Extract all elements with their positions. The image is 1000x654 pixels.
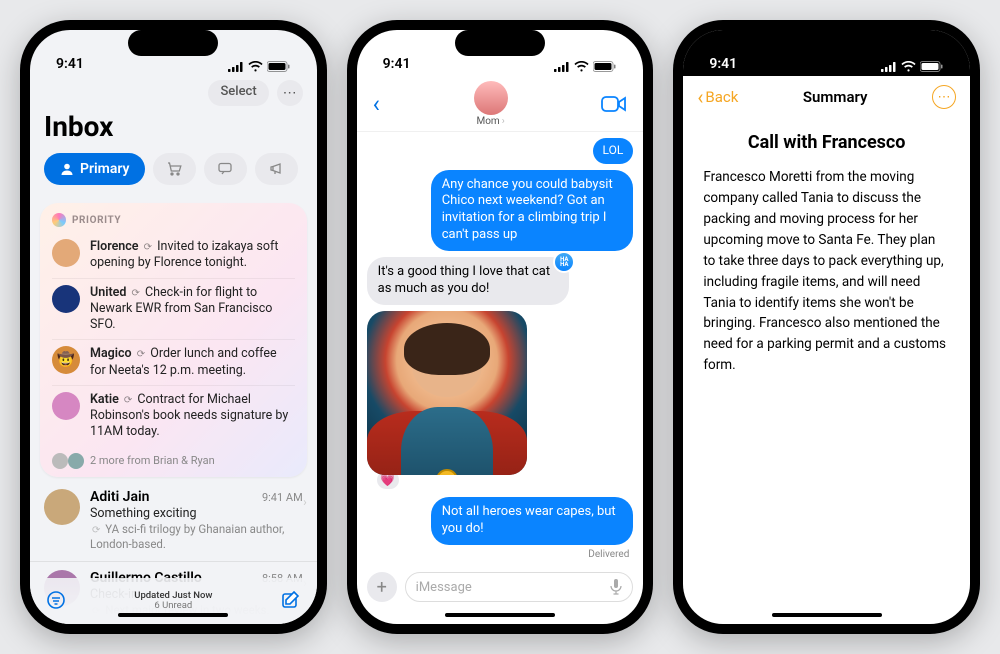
avatar: 🤠	[52, 346, 80, 374]
video-call-button[interactable]	[601, 95, 627, 113]
avatar	[44, 489, 80, 525]
signal-icon	[554, 62, 570, 72]
more-options-button[interactable]: ⋯	[277, 80, 303, 106]
chevron-right-icon: ›	[502, 116, 505, 127]
summary-badge-icon: ⟳	[137, 348, 145, 361]
page-title: Inbox	[44, 110, 303, 143]
note-body-text: Francesco Moretti from the moving compan…	[703, 167, 950, 376]
priority-card[interactable]: PRIORITY Florence ⟳ Invited to izakaya s…	[40, 203, 307, 477]
priority-item[interactable]: 🤠 Magico ⟳ Order lunch and coffee for Ne…	[52, 339, 295, 385]
mail-preview: ⟳ YA sci-fi trilogy by Ghanaian author, …	[90, 522, 303, 552]
mail-footer: Updated Just Now 6 Unread	[30, 578, 317, 624]
wifi-icon	[901, 61, 916, 72]
signal-icon	[228, 62, 244, 72]
avatar	[68, 453, 84, 469]
battery-icon	[267, 61, 291, 72]
wifi-icon	[248, 61, 263, 72]
select-button[interactable]: Select	[208, 80, 268, 106]
compose-button[interactable]	[281, 590, 301, 610]
priority-label: PRIORITY	[52, 213, 295, 227]
message-bubble-outgoing[interactable]: Any chance you could babysit Chico next …	[431, 170, 634, 252]
summary-badge-icon: ⟳	[92, 525, 100, 538]
avatar	[52, 392, 80, 420]
category-shopping[interactable]	[153, 153, 196, 185]
contact-name: Mom	[477, 116, 500, 127]
priority-more[interactable]: 2 more from Brian & Ryan	[52, 447, 295, 469]
sparkle-icon	[52, 213, 66, 227]
battery-icon	[593, 61, 617, 72]
mail-time: 9:41 AM	[262, 491, 303, 504]
chevron-right-icon: ›	[303, 495, 307, 509]
filter-icon[interactable]	[46, 590, 66, 610]
priority-item[interactable]: Katie ⟳ Contract for Michael Robinson's …	[52, 385, 295, 447]
mail-list-item[interactable]: Aditi Jain 9:41 AM Something exciting ⟳ …	[30, 481, 317, 562]
battery-icon	[920, 61, 944, 72]
priority-item[interactable]: United ⟳ Check-in for flight to Newark E…	[52, 278, 295, 340]
add-attachment-button[interactable]: +	[367, 572, 397, 602]
message-icon	[218, 162, 233, 176]
avatar	[52, 453, 68, 469]
haha-reaction[interactable]: HA HA	[553, 251, 575, 273]
back-button[interactable]: ‹ Back	[697, 85, 738, 109]
delivered-label: Delivered	[588, 549, 629, 560]
avatar	[474, 81, 508, 115]
avatar	[52, 239, 80, 267]
chevron-left-icon: ‹	[697, 85, 703, 109]
page-title: Summary	[803, 88, 868, 106]
message-bubble-incoming[interactable]: It's a good thing I love that cat as muc…	[367, 257, 570, 305]
mail-subject: Something exciting	[90, 506, 303, 521]
contact-header[interactable]: Mom›	[474, 81, 508, 127]
person-icon	[60, 162, 74, 176]
category-promotions[interactable]	[255, 153, 298, 185]
message-input[interactable]: iMessage	[405, 572, 634, 602]
status-time: 9:41	[56, 56, 84, 72]
category-social[interactable]	[204, 153, 247, 185]
message-image[interactable]	[367, 311, 527, 475]
message-placeholder: iMessage	[416, 580, 472, 595]
mail-sender: Aditi Jain	[90, 489, 149, 505]
note-title: Call with Francesco	[703, 132, 950, 153]
category-primary[interactable]: Primary	[44, 153, 145, 185]
back-button[interactable]: ‹	[373, 90, 380, 118]
wifi-icon	[574, 61, 589, 72]
message-bubble-outgoing[interactable]: LOL	[593, 138, 634, 164]
footer-unread: 6 Unread	[134, 601, 212, 611]
message-bubble-outgoing[interactable]: Not all heroes wear capes, but you do!	[431, 497, 634, 545]
more-options-button[interactable]: ⋯	[932, 85, 956, 109]
signal-icon	[881, 62, 897, 72]
microphone-icon[interactable]	[610, 579, 622, 595]
priority-item[interactable]: Florence ⟳ Invited to izakaya soft openi…	[52, 233, 295, 278]
status-time: 9:41	[709, 56, 737, 72]
summary-badge-icon: ⟳	[144, 241, 152, 254]
avatar	[52, 285, 80, 313]
cart-icon	[167, 162, 182, 176]
megaphone-icon	[269, 162, 284, 176]
status-time: 9:41	[383, 56, 411, 72]
summary-badge-icon: ⟳	[132, 287, 140, 300]
category-primary-label: Primary	[80, 161, 129, 177]
summary-badge-icon: ⟳	[124, 394, 132, 407]
